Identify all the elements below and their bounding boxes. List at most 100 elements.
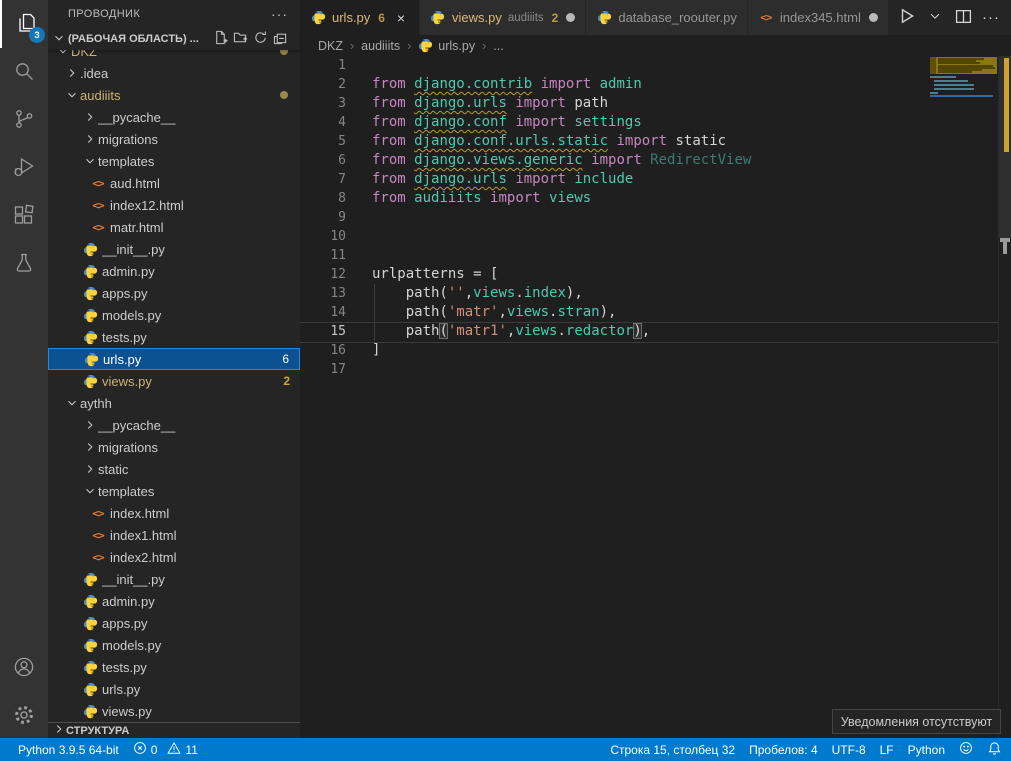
collapse-all-button[interactable]: [270, 30, 290, 48]
line-number[interactable]: 17: [300, 360, 360, 379]
breadcrumb-item-audiiits[interactable]: audiiits: [361, 39, 400, 53]
feedback-button[interactable]: [952, 741, 980, 758]
line-number[interactable]: 8: [300, 189, 360, 208]
line-number[interactable]: 10: [300, 227, 360, 246]
tree-folder-templates[interactable]: templates: [48, 480, 300, 502]
code-editor[interactable]: 1234567891011121314151617 from django.co…: [300, 56, 1011, 738]
line-number[interactable]: 6: [300, 151, 360, 170]
breadcrumb-item-DKZ[interactable]: DKZ: [318, 39, 343, 53]
python-interpreter-status[interactable]: Python 3.9.5 64-bit: [11, 743, 126, 757]
tree-folder-DKZ[interactable]: DKZ: [48, 48, 300, 62]
line-number[interactable]: 16: [300, 341, 360, 360]
more-actions-button[interactable]: ···: [979, 6, 1003, 30]
minimap[interactable]: [930, 56, 998, 738]
activity-item-explorer[interactable]: 3: [0, 0, 50, 48]
eol-sequence-status[interactable]: LF: [873, 743, 901, 757]
line-number[interactable]: 14: [300, 303, 360, 322]
encoding-status[interactable]: UTF-8: [825, 743, 873, 757]
new-folder-button[interactable]: [230, 30, 250, 48]
line-number[interactable]: 4: [300, 113, 360, 132]
activity-item-account[interactable]: [0, 644, 48, 692]
tree-file-viewspy[interactable]: views.py: [48, 700, 300, 722]
chevron-right-icon: [82, 462, 98, 476]
indentation-status[interactable]: Пробелов: 4: [742, 743, 825, 757]
tree-file-viewspy[interactable]: views.py2: [48, 370, 300, 392]
line-number[interactable]: 2: [300, 75, 360, 94]
notifications-bell-button[interactable]: [980, 741, 1009, 759]
feedback-icon: [959, 741, 973, 758]
line-number[interactable]: 15: [300, 322, 360, 341]
line-number[interactable]: 7: [300, 170, 360, 189]
tree-folder-idea[interactable]: .idea: [48, 62, 300, 84]
editor-scrollbar[interactable]: [998, 56, 1011, 738]
refresh-button[interactable]: [250, 30, 270, 48]
tab-databaseroouterpy[interactable]: database_roouter.py: [586, 0, 748, 35]
line-number[interactable]: 1: [300, 56, 360, 75]
cursor-position-status[interactable]: Строка 15, столбец 32: [603, 743, 742, 757]
line-number[interactable]: 3: [300, 94, 360, 113]
line-number[interactable]: 9: [300, 208, 360, 227]
activity-item-source-control[interactable]: [0, 96, 48, 144]
activity-item-extensions[interactable]: [0, 192, 48, 240]
run-button[interactable]: [895, 6, 919, 30]
tree-folder-audiiits[interactable]: audiiits: [48, 84, 300, 106]
tree-file-adminpy[interactable]: admin.py: [48, 590, 300, 612]
tree-file-initpy[interactable]: __init__.py: [48, 238, 300, 260]
tree-folder-migrations[interactable]: migrations: [48, 436, 300, 458]
line-number[interactable]: 12: [300, 265, 360, 284]
close-icon[interactable]: ×: [393, 10, 409, 26]
tree-file-matrhtml[interactable]: <>matr.html: [48, 216, 300, 238]
tree-file-adminpy[interactable]: admin.py: [48, 260, 300, 282]
editor-gutter[interactable]: 1234567891011121314151617: [300, 56, 360, 379]
tree-file-testspy[interactable]: tests.py: [48, 656, 300, 678]
code-line-13: path('',views.index),: [372, 284, 751, 303]
tree-folder-static[interactable]: static: [48, 458, 300, 480]
tree-file-index12html[interactable]: <>index12.html: [48, 194, 300, 216]
split-editor-button[interactable]: [951, 6, 975, 30]
sidebar-more-button[interactable]: ···: [271, 6, 288, 22]
new-file-button[interactable]: [210, 30, 230, 48]
activity-item-run-debug[interactable]: [0, 144, 48, 192]
python-file-icon: [83, 351, 99, 367]
code-content[interactable]: from django.contrib import adminfrom dja…: [372, 56, 751, 379]
tree-folder-aythh[interactable]: aythh: [48, 392, 300, 414]
line-number[interactable]: 11: [300, 246, 360, 265]
tab-viewspy[interactable]: views.pyaudiiits2: [420, 0, 586, 35]
breadcrumb-item-[interactable]: ...: [493, 39, 503, 53]
activity-item-settings[interactable]: [0, 692, 48, 740]
tree-item-label: tests.py: [102, 330, 300, 345]
line-number[interactable]: 5: [300, 132, 360, 151]
run-dropdown-button[interactable]: [923, 6, 947, 30]
tree-folder-templates[interactable]: templates: [48, 150, 300, 172]
tree-folder-migrations[interactable]: migrations: [48, 128, 300, 150]
problems-status[interactable]: 011: [126, 741, 205, 758]
tree-file-index1html[interactable]: <>index1.html: [48, 524, 300, 546]
outline-section-header[interactable]: СТРУКТУРА: [48, 722, 300, 738]
python-file-icon: [82, 571, 98, 587]
language-mode-status[interactable]: Python: [901, 743, 952, 757]
tree-file-indexhtml[interactable]: <>index.html: [48, 502, 300, 524]
tree-item-label: migrations: [98, 132, 300, 147]
tree-file-modelspy[interactable]: models.py: [48, 304, 300, 326]
tab-label: views.py: [452, 10, 502, 25]
run-debug-icon: [12, 155, 36, 182]
explorer-sidebar: ПРОВОДНИК ··· (РАБОЧАЯ ОБЛАСТЬ) ... DKZ.…: [48, 0, 300, 738]
tree-folder-pycache[interactable]: __pycache__: [48, 106, 300, 128]
tab-urlspy[interactable]: urls.py6×: [300, 0, 420, 35]
activity-item-search[interactable]: [0, 48, 48, 96]
tree-file-appspy[interactable]: apps.py: [48, 612, 300, 634]
tree-file-urlspy[interactable]: urls.py: [48, 678, 300, 700]
tab-index345html[interactable]: <>index345.html: [748, 0, 889, 35]
line-number[interactable]: 13: [300, 284, 360, 303]
tree-file-modelspy[interactable]: models.py: [48, 634, 300, 656]
tree-folder-pycache[interactable]: __pycache__: [48, 414, 300, 436]
tree-file-initpy[interactable]: __init__.py: [48, 568, 300, 590]
tree-file-testspy[interactable]: tests.py: [48, 326, 300, 348]
workspace-section-header[interactable]: (РАБОЧАЯ ОБЛАСТЬ) ...: [48, 28, 300, 50]
tree-file-urlspy[interactable]: urls.py6: [48, 348, 300, 370]
activity-item-testing[interactable]: [0, 240, 48, 288]
tree-file-appspy[interactable]: apps.py: [48, 282, 300, 304]
tree-file-index2html[interactable]: <>index2.html: [48, 546, 300, 568]
breadcrumb-item-urlspy[interactable]: urls.py: [418, 38, 475, 53]
tree-file-audhtml[interactable]: <>aud.html: [48, 172, 300, 194]
